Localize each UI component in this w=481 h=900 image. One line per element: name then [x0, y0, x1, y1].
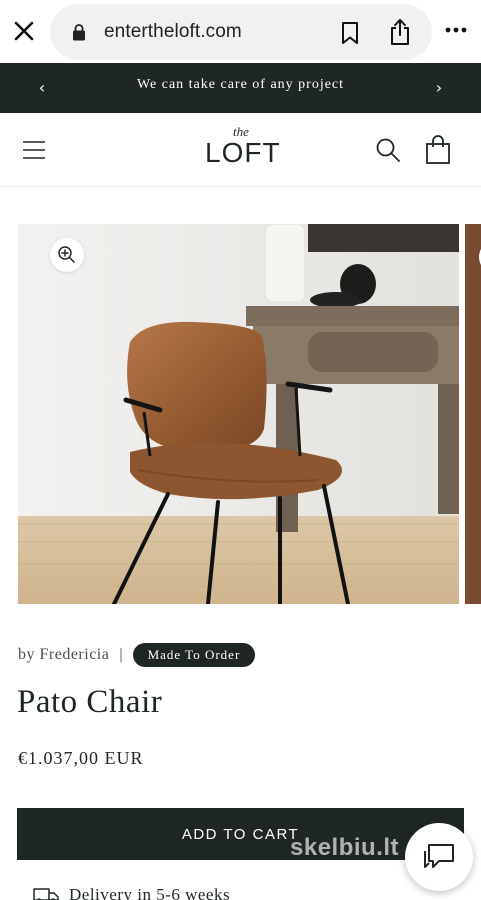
search-icon[interactable]: [375, 137, 401, 163]
product-title: Pato Chair: [17, 684, 163, 720]
bookmark-icon[interactable]: [340, 21, 360, 45]
made-to-order-badge: Made To Order: [132, 643, 256, 667]
site-logo[interactable]: the LOFT: [205, 125, 281, 177]
vendor-name[interactable]: by Fredericia: [18, 646, 109, 664]
cart-icon[interactable]: [425, 135, 451, 165]
share-icon[interactable]: [388, 18, 412, 46]
truck-icon: [33, 886, 59, 900]
next-product-image[interactable]: [465, 224, 481, 604]
browser-toolbar: entertheloft.com: [0, 0, 481, 63]
delivery-text: Delivery in 5-6 weeks: [69, 885, 231, 900]
announcement-bar: ‹ We can take care of any project ›: [0, 63, 481, 113]
zoom-icon: [58, 246, 75, 263]
lock-icon: [72, 23, 86, 41]
product-gallery[interactable]: [0, 224, 481, 604]
chat-icon: [424, 844, 454, 868]
watermark: skelbiu.lt: [290, 834, 400, 861]
product-image[interactable]: [18, 224, 459, 604]
more-icon[interactable]: [444, 22, 468, 38]
hamburger-menu-icon[interactable]: [22, 139, 46, 161]
address-bar[interactable]: entertheloft.com: [50, 4, 432, 60]
product-price: €1.037,00 EUR: [18, 748, 144, 768]
close-icon[interactable]: [10, 17, 38, 45]
delivery-info: Delivery in 5-6 weeks: [33, 884, 230, 900]
chat-button[interactable]: [405, 823, 473, 891]
vendor-row: by Fredericia | Made To Order: [18, 640, 256, 670]
announcement-text: We can take care of any project: [136, 77, 345, 92]
vendor-divider: |: [119, 646, 123, 663]
announcement-next-button[interactable]: ›: [429, 78, 449, 98]
logo-main-text: LOFT: [205, 137, 281, 168]
zoom-button[interactable]: [50, 238, 84, 272]
url-text[interactable]: entertheloft.com: [104, 21, 242, 43]
site-header: the LOFT: [0, 113, 481, 187]
